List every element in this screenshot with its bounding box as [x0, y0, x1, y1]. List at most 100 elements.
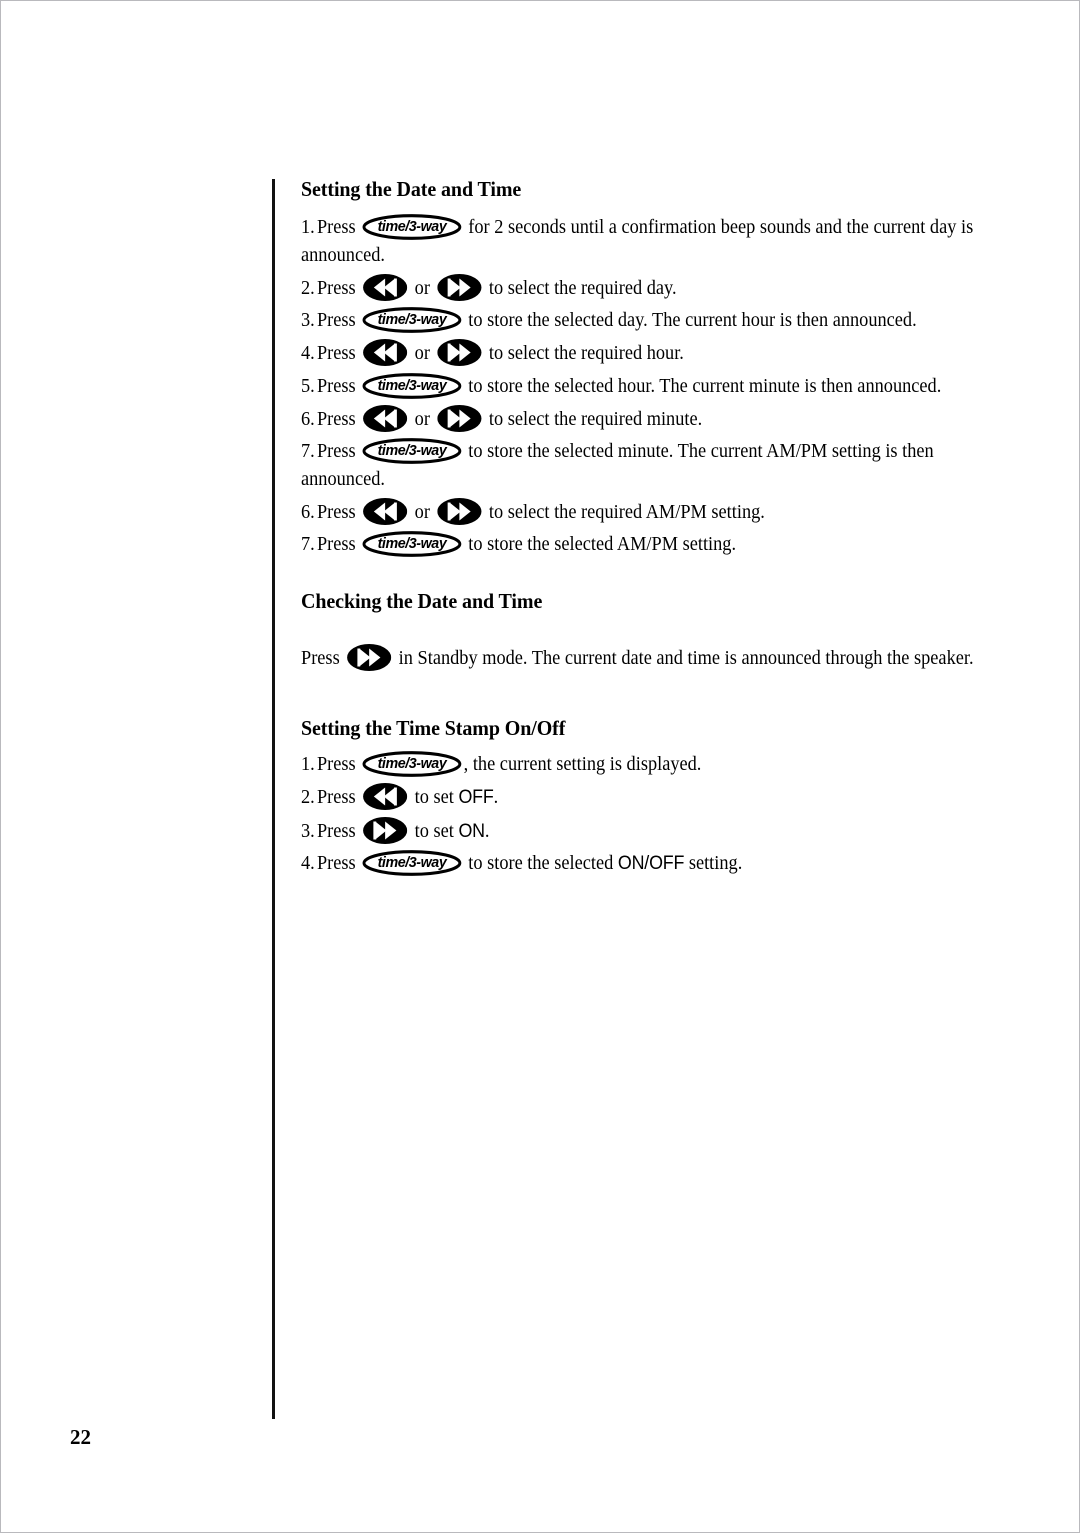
step-text-post-a: to set — [414, 820, 459, 842]
time-3way-button-label: time/3-way — [377, 441, 447, 459]
step-text-pre: Press — [316, 408, 356, 430]
time-3way-button[interactable]: time/3-way — [362, 531, 462, 557]
step-text-pre: Press — [316, 533, 356, 555]
steps-list-time-stamp: 1. Press time/3-way , the current setting… — [301, 751, 1041, 878]
step-number: 1. — [301, 753, 315, 775]
rewind-double-left-arrow-icon[interactable] — [363, 339, 408, 367]
time-3way-button[interactable]: time/3-way — [362, 307, 462, 333]
step-text-mid: or — [414, 277, 430, 299]
step-text-pre: Press — [316, 820, 356, 842]
list-item: 7. Press time/3-way to store the selected… — [301, 531, 997, 559]
rewind-double-left-arrow-icon[interactable] — [363, 497, 408, 525]
step-number: 2. — [301, 787, 315, 809]
step-text-mid: or — [414, 501, 430, 523]
step-text-post-b: setting. — [684, 853, 743, 875]
step-text-pre: Press — [316, 440, 356, 462]
fast-forward-double-right-arrow-icon[interactable] — [437, 404, 482, 432]
step-text-post: to select the required AM/PM setting. — [488, 501, 765, 523]
step-text-pre: Press — [316, 853, 356, 875]
step-number: 6. — [301, 501, 315, 523]
page-title: Setting the Date and Time — [301, 177, 522, 201]
step-number: 3. — [301, 310, 315, 332]
status-value-on-off: ON/OFF — [617, 853, 685, 875]
time-3way-button-label: time/3-way — [377, 534, 447, 552]
fast-forward-double-right-arrow-icon[interactable] — [437, 273, 482, 301]
fast-forward-double-right-arrow-icon[interactable] — [437, 497, 482, 525]
paragraph-text-post: in Standby mode. The current date and ti… — [398, 647, 974, 669]
step-text-post: to select the required day. — [488, 277, 677, 299]
time-3way-button[interactable]: time/3-way — [362, 438, 462, 464]
time-3way-button-label: time/3-way — [377, 218, 447, 236]
step-number: 3. — [301, 820, 315, 842]
step-number: 7. — [301, 440, 315, 462]
list-item: 1. Press time/3-way for 2 seconds until a… — [301, 214, 997, 269]
step-text-post: , the current setting is displayed. — [463, 753, 702, 775]
time-3way-button[interactable]: time/3-way — [362, 751, 462, 777]
list-item: 4. Press or to select the required hour. — [301, 339, 997, 368]
step-text-post-a: to set — [414, 787, 459, 809]
step-text-post: to store the selected day. The current h… — [468, 310, 917, 332]
step-text-post-b: . — [484, 820, 490, 842]
fast-forward-double-right-arrow-icon[interactable] — [437, 339, 482, 367]
time-3way-button[interactable]: time/3-way — [362, 372, 462, 399]
step-number: 5. — [301, 375, 315, 397]
step-number: 1. — [301, 217, 315, 239]
steps-list-setting-date-time: 1. Press time/3-way for 2 seconds until a… — [301, 214, 1041, 559]
step-text-pre: Press — [316, 753, 356, 775]
list-item: 3. Press time/3-way to store the selected… — [301, 307, 997, 335]
step-number: 7. — [301, 533, 315, 555]
time-3way-button[interactable]: time/3-way — [362, 214, 462, 240]
time-3way-button-label: time/3-way — [377, 854, 447, 872]
status-value-off: OFF — [458, 787, 494, 809]
list-item: 1. Press time/3-way , the current setting… — [301, 751, 997, 779]
left-vertical-rule — [272, 179, 275, 1419]
list-item: 7. Press time/3-way to store the selected… — [301, 438, 997, 493]
list-item: 3. Press to set ON. — [301, 816, 997, 846]
section-heading-checking-date-time: Checking the Date and Time — [301, 589, 543, 614]
page-content: Setting the Date and Time 1. Press time/3… — [301, 177, 1041, 883]
section-heading-time-stamp-on-off: Setting the Time Stamp On/Off — [301, 715, 566, 740]
step-text-pre: Press — [316, 343, 356, 365]
rewind-double-left-arrow-icon[interactable] — [363, 783, 408, 811]
time-3way-button-label: time/3-way — [377, 754, 447, 772]
step-number: 4. — [301, 853, 315, 875]
step-text-post-a: to store the selected — [468, 853, 618, 875]
step-text-pre: Press — [316, 310, 356, 332]
rewind-double-left-arrow-icon[interactable] — [363, 404, 408, 432]
status-value-on: ON — [458, 820, 485, 842]
fast-forward-double-right-arrow-icon[interactable] — [347, 643, 392, 671]
step-text-post: to store the selected hour. The current … — [468, 375, 942, 397]
step-text-pre: Press — [316, 787, 356, 809]
list-item: 5. Press time/3-way to store the selected… — [301, 372, 997, 401]
time-3way-button[interactable]: time/3-way — [362, 850, 462, 876]
step-number: 2. — [301, 277, 315, 299]
step-text-post: to select the required hour. — [488, 343, 684, 365]
step-text-pre: Press — [316, 375, 356, 397]
list-item: 2. Press to set OFF. — [301, 783, 997, 812]
time-3way-button-label: time/3-way — [377, 376, 447, 394]
step-text-post: to select the required minute. — [488, 408, 703, 430]
step-text-pre: Press — [316, 217, 356, 239]
time-3way-button-label: time/3-way — [377, 311, 447, 329]
manual-page: Setting the Date and Time 1. Press time/3… — [0, 0, 1080, 1533]
list-item: 6. Press or — [301, 404, 997, 434]
list-item: 2. Press or to select the required day. — [301, 273, 997, 303]
step-text-post: to store the selected AM/PM setting. — [468, 533, 737, 555]
checking-date-time-paragraph: Press in Standby mode. The current date … — [301, 643, 997, 673]
page-number: 22 — [70, 1425, 91, 1449]
rewind-double-left-arrow-icon[interactable] — [363, 273, 408, 301]
fast-forward-double-right-arrow-icon[interactable] — [363, 816, 408, 844]
list-item: 6. Press or — [301, 497, 997, 527]
step-text-mid: or — [414, 343, 430, 365]
step-number: 4. — [301, 343, 315, 365]
step-number: 6. — [301, 408, 315, 430]
step-text-pre: Press — [316, 501, 356, 523]
step-text-mid: or — [414, 408, 430, 430]
step-text-pre: Press — [316, 277, 356, 299]
paragraph-text-pre: Press — [301, 647, 340, 669]
